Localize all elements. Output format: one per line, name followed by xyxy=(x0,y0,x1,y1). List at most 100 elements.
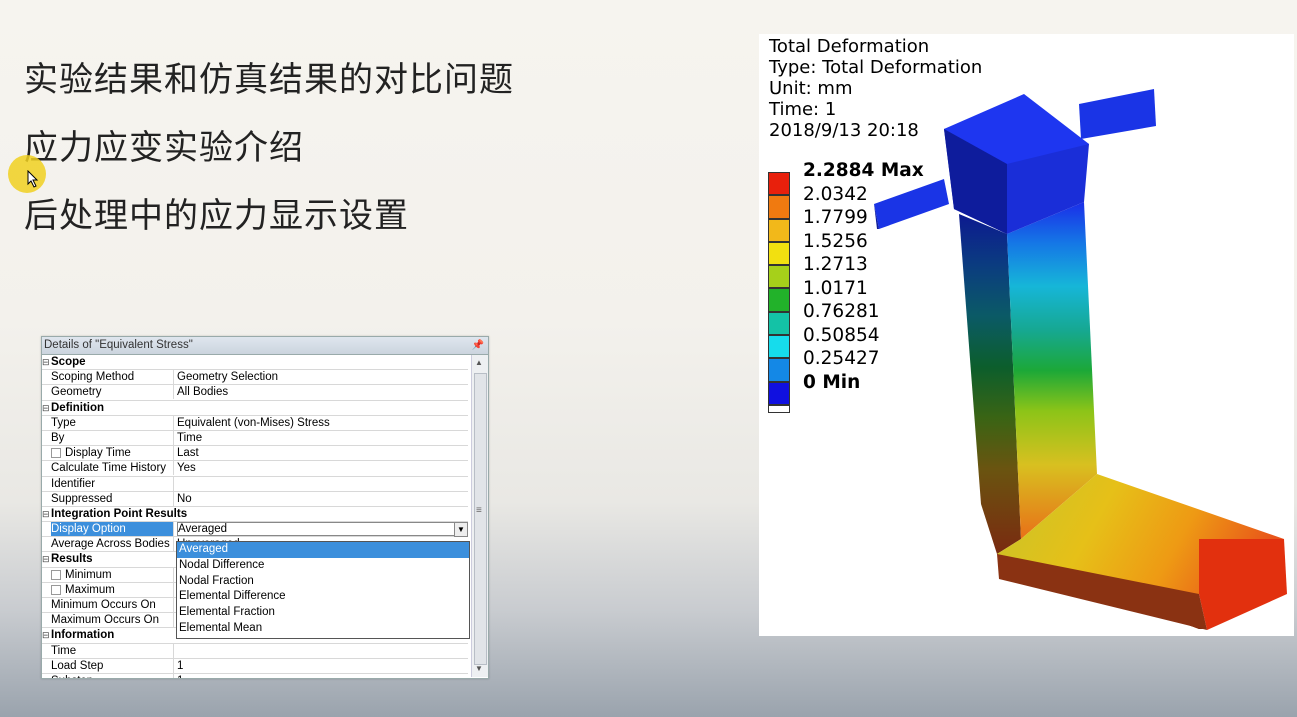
collapse-icon[interactable]: ⊟ xyxy=(42,355,50,369)
property-name: Identifier xyxy=(51,476,174,491)
dropdown-option[interactable]: Elemental Difference xyxy=(177,589,469,605)
collapse-icon[interactable]: ⊟ xyxy=(42,401,50,415)
property-value[interactable]: No xyxy=(177,492,192,506)
property-label: Scoping Method xyxy=(51,371,135,384)
property-row[interactable]: Geometry All Bodies xyxy=(42,385,468,401)
legend-label: 1.0171 xyxy=(803,277,868,299)
legend-swatch xyxy=(768,241,790,266)
category-row[interactable]: ⊟ Definition xyxy=(42,401,468,416)
property-value[interactable]: 1 xyxy=(177,674,183,678)
result-time: Time: 1 xyxy=(769,99,837,120)
property-row[interactable]: Scoping Method Geometry Selection xyxy=(42,370,468,386)
property-label: Time xyxy=(51,644,77,657)
property-name: Scoping Method xyxy=(51,370,174,385)
scroll-up-icon[interactable]: ▲ xyxy=(475,358,483,367)
category-label: Information xyxy=(51,629,115,642)
property-row[interactable]: Load Step 1 xyxy=(42,658,468,674)
category-row[interactable]: ⊟ Scope xyxy=(42,355,468,371)
property-name: Calculate Time History xyxy=(51,461,174,476)
property-row[interactable]: Substep 1 xyxy=(42,673,468,678)
dropdown-arrow-icon[interactable]: ▼ xyxy=(454,522,468,538)
property-value[interactable]: Last xyxy=(177,446,199,460)
property-label: Maximum Occurs On xyxy=(51,614,159,627)
property-row[interactable]: Display Option Averaged ▼ xyxy=(42,522,468,538)
property-label: Minimum Occurs On xyxy=(51,599,156,611)
property-value[interactable]: Time xyxy=(177,431,202,445)
bullet-2: 应力应变实验介绍 xyxy=(24,128,304,168)
property-name: Display Option xyxy=(51,522,174,537)
property-label: Substep xyxy=(51,675,93,678)
property-value[interactable]: Equivalent (von-Mises) Stress xyxy=(177,416,330,430)
details-title-text: Details of "Equivalent Stress" xyxy=(44,339,193,351)
property-label: By xyxy=(51,431,65,444)
property-value[interactable]: Averaged xyxy=(177,522,468,537)
legend-label: 1.5256 xyxy=(803,230,868,252)
property-value[interactable]: Yes xyxy=(177,461,196,475)
dropdown-option[interactable]: Elemental Mean xyxy=(177,621,469,637)
property-value[interactable]: 1 xyxy=(177,659,183,673)
display-option-dropdown-list[interactable]: Averaged Nodal Difference Nodal Fraction El… xyxy=(176,541,470,639)
collapse-icon[interactable]: ⊟ xyxy=(42,507,50,521)
scroll-down-icon[interactable]: ▼ xyxy=(475,664,483,673)
property-row[interactable]: Calculate Time History Yes xyxy=(42,461,468,477)
legend-swatch xyxy=(768,335,790,359)
property-name: Display Time xyxy=(51,446,174,461)
checkbox[interactable] xyxy=(51,448,61,459)
property-name: Average Across Bodies xyxy=(51,537,174,552)
legend-label: 2.2884 Max xyxy=(803,160,924,181)
legend-swatch xyxy=(768,265,790,289)
property-value[interactable]: Geometry Selection xyxy=(177,370,278,384)
collapse-icon[interactable]: ⊟ xyxy=(42,628,50,642)
property-label: Load Step xyxy=(51,659,104,672)
checkbox[interactable] xyxy=(51,584,61,595)
legend-label: 0 Min xyxy=(803,371,861,393)
property-label: Calculate Time History xyxy=(51,462,167,475)
scrollbar-thumb[interactable] xyxy=(474,373,487,665)
property-row[interactable]: Display Time Last xyxy=(42,446,468,462)
property-label: Display Option xyxy=(51,523,126,536)
legend-swatch xyxy=(768,172,790,196)
category-row[interactable]: ⊟ Integration Point Results xyxy=(42,507,468,523)
property-row[interactable]: Suppressed No xyxy=(42,491,468,507)
property-name: Time xyxy=(51,643,174,658)
collapse-icon[interactable]: ⊟ xyxy=(42,552,50,566)
bullet-3: 后处理中的应力显示设置 xyxy=(24,196,409,236)
category-label: Scope xyxy=(51,356,86,368)
property-label: Geometry xyxy=(51,386,102,399)
checkbox[interactable] xyxy=(51,569,61,580)
mouse-pointer-icon xyxy=(27,170,39,188)
dropdown-option[interactable]: Elemental Fraction xyxy=(177,605,469,621)
legend-color-bar xyxy=(768,172,790,413)
property-row[interactable]: By Time xyxy=(42,430,468,447)
property-label: Display Time xyxy=(65,447,131,460)
property-name: Maximum xyxy=(51,582,174,597)
grip-icon: ≡ xyxy=(476,505,482,516)
slide-bullet-list: 实验结果和仿真结果的对比问题 应力应变实验介绍 后处理中的应力显示设置 xyxy=(24,58,514,262)
legend-label: 0.50854 xyxy=(803,324,880,346)
result-title: Total Deformation xyxy=(769,36,930,57)
property-value[interactable]: All Bodies xyxy=(177,385,228,399)
legend-label: 1.7799 xyxy=(803,207,868,228)
result-date: 2018/9/13 20:18 xyxy=(769,120,919,141)
legend-swatch xyxy=(768,195,790,219)
bullet-1: 实验结果和仿真结果的对比问题 xyxy=(24,60,514,100)
property-label: Identifier xyxy=(51,477,96,490)
property-label: Maximum xyxy=(65,583,115,596)
property-row[interactable]: Type Equivalent (von-Mises) Stress xyxy=(42,415,468,431)
property-name: Suppressed xyxy=(51,491,174,506)
dropdown-option[interactable]: Averaged xyxy=(177,542,469,558)
property-row[interactable]: Identifier xyxy=(42,476,468,492)
legend-swatch xyxy=(768,358,790,382)
category-label: Definition xyxy=(51,401,105,414)
result-info: Total Deformation Type: Total Deformatio… xyxy=(769,36,982,141)
dropdown-option[interactable]: Nodal Fraction xyxy=(177,574,469,590)
pin-icon[interactable]: 📌 xyxy=(472,337,484,354)
property-name: Minimum xyxy=(51,567,174,582)
details-scrollbar[interactable]: ▲ ≡ ▼ xyxy=(471,355,488,677)
property-name: Substep xyxy=(51,673,174,678)
result-viewport[interactable]: Total Deformation Type: Total Deformatio… xyxy=(759,34,1294,636)
result-unit: Unit: mm xyxy=(769,78,853,99)
legend-label: 2.0342 xyxy=(803,183,868,205)
dropdown-option[interactable]: Nodal Difference xyxy=(177,558,469,574)
property-row[interactable]: Time xyxy=(42,643,468,659)
